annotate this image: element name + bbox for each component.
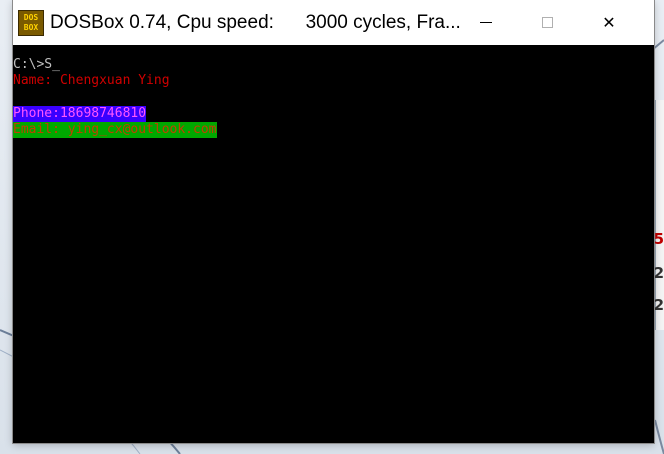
title-bar[interactable]: DOS BOX DOSBox 0.74, Cpu speed: 3000 cyc… [13, 0, 654, 45]
minimize-icon [480, 22, 492, 23]
dosbox-window[interactable]: DOS BOX DOSBox 0.74, Cpu speed: 3000 cyc… [13, 0, 654, 443]
command-prompt: C:\>S [13, 57, 53, 72]
maximize-icon [541, 17, 553, 28]
dosbox-app-icon[interactable]: DOS BOX [18, 9, 44, 36]
phone-line: Phone:18698746810 [13, 106, 147, 122]
desktop: 5 2 2 DOS BOX DOSBox 0.74, Cpu speed: 30… [0, 0, 664, 454]
window-title: DOSBox 0.74, Cpu speed: 3000 cycles, Fra… [50, 11, 460, 33]
icon-text-dos: DOS [23, 12, 39, 22]
background-char-3: 2 [653, 296, 664, 314]
background-char-1: 5 [653, 230, 664, 248]
dos-screen[interactable]: C:\>S_ Name: Chengxuan Ying Phone:186987… [13, 45, 654, 443]
minimize-button[interactable] [463, 0, 509, 45]
close-button[interactable]: ✕ [586, 0, 632, 45]
name-line: Name: Chengxuan Ying [13, 73, 170, 88]
close-icon: ✕ [602, 13, 616, 32]
background-char-2: 2 [653, 264, 664, 282]
command-prompt-line: C:\>S_ [13, 57, 60, 73]
email-line: Email: ying_cx@outlook.com [13, 122, 217, 138]
icon-text-box: BOX [23, 22, 39, 32]
maximize-button[interactable] [524, 0, 570, 45]
text-cursor: _ [52, 57, 60, 72]
